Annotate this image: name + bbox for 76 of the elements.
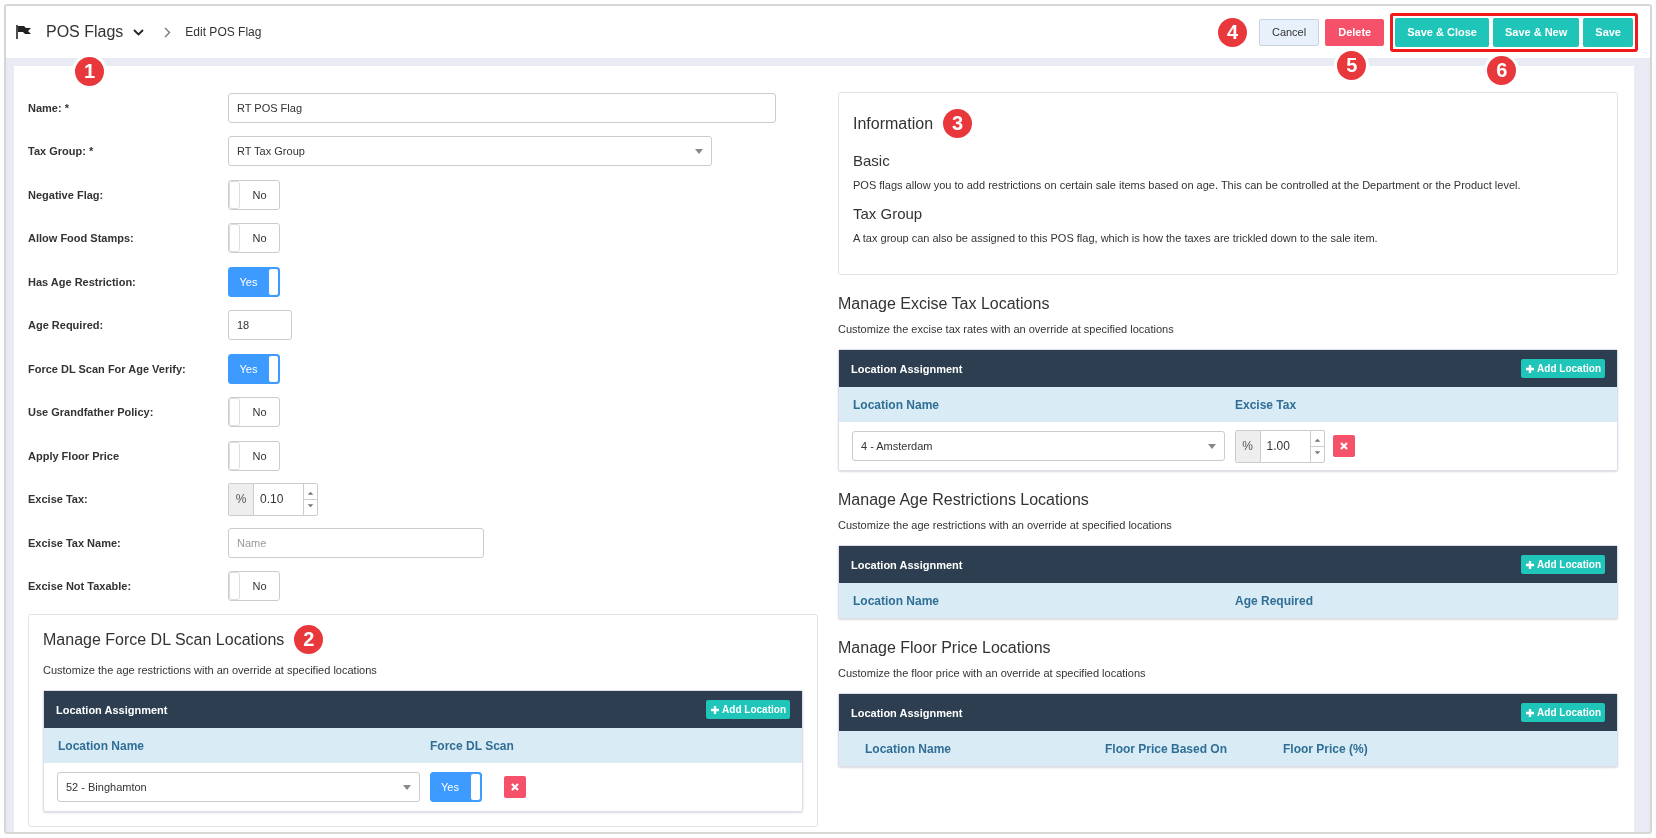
remove-button[interactable] bbox=[503, 776, 526, 798]
info-heading: Basic bbox=[853, 152, 891, 169]
toggle-switch[interactable]: No bbox=[228, 440, 280, 471]
toggle-switch[interactable]: No bbox=[228, 179, 280, 210]
column-header: Force DL Scan bbox=[430, 738, 515, 753]
text-field[interactable]: Name bbox=[228, 527, 484, 558]
field-label: Age Required: bbox=[28, 319, 105, 332]
field-label: Allow Food Stamps: bbox=[28, 232, 135, 245]
close-icon bbox=[509, 782, 520, 792]
section-subtitle: Customize the floor price with an override at specified locations bbox=[838, 667, 1147, 679]
section-title: Manage Age Restrictions Locations bbox=[838, 491, 1089, 509]
caret-icon bbox=[1207, 443, 1216, 449]
column-header: Location Name bbox=[853, 397, 940, 412]
field-label: Excise Not Taxable: bbox=[28, 580, 133, 593]
column-header: Floor Price Based On bbox=[1105, 741, 1229, 756]
caret-icon bbox=[695, 148, 703, 154]
spinner-icon[interactable] bbox=[1309, 430, 1324, 462]
toggle-switch[interactable]: No bbox=[228, 223, 280, 254]
plus-icon bbox=[1525, 707, 1536, 718]
field-label: Tax Group: * bbox=[28, 145, 95, 158]
table-title: Location Assignment bbox=[851, 706, 963, 719]
step-marker: 2 bbox=[294, 625, 324, 654]
spinner-icon[interactable] bbox=[303, 483, 317, 515]
field-label: Negative Flag: bbox=[28, 188, 105, 201]
breadcrumb: Edit POS Flag bbox=[185, 25, 262, 39]
close-icon bbox=[1338, 441, 1349, 451]
section-title: Manage Floor Price Locations bbox=[838, 639, 1051, 657]
info-text: A tax group can also be assigned to this POS flag, which is how the taxes are trickled down to the sale item. bbox=[853, 232, 1379, 244]
column-header: Location Name bbox=[58, 738, 145, 753]
column-header: Age Required bbox=[1235, 593, 1314, 608]
field-label: Name: * bbox=[28, 101, 70, 114]
chevron-down-icon[interactable] bbox=[133, 28, 145, 36]
field-label: Use Grandfather Policy: bbox=[28, 406, 155, 419]
plus-icon bbox=[1525, 559, 1536, 570]
column-header: Floor Price (%) bbox=[1283, 741, 1369, 756]
step-marker: 6 bbox=[1487, 55, 1517, 85]
step-marker: 5 bbox=[1337, 50, 1367, 80]
field-label: Excise Tax: bbox=[28, 493, 89, 506]
info-text: POS flags allow you to add restrictions on certain sale items based on age. This can be controlled at the Department or the Product level. bbox=[853, 179, 1522, 191]
info-heading: Tax Group bbox=[853, 205, 924, 222]
plus-icon bbox=[710, 704, 721, 715]
column-header: Location Name bbox=[853, 593, 940, 608]
caret-icon bbox=[402, 784, 411, 790]
page-title: POS Flags bbox=[46, 23, 124, 41]
select-field[interactable]: 52 - Binghamton bbox=[57, 772, 420, 802]
flag-icon bbox=[16, 25, 32, 39]
section-title: Manage Excise Tax Locations bbox=[838, 295, 1050, 313]
cancel-button[interactable]: Cancel bbox=[1258, 18, 1320, 46]
percent-field[interactable]: % 0.10 bbox=[228, 482, 318, 516]
column-header: Excise Tax bbox=[1235, 397, 1298, 412]
section-subtitle: Customize the age restrictions with an override at specified locations bbox=[838, 519, 1173, 531]
step-marker: 1 bbox=[75, 57, 104, 86]
field-label: Apply Floor Price bbox=[28, 449, 121, 462]
select-field[interactable]: RT Tax Group bbox=[228, 136, 712, 167]
select-field[interactable]: 4 - Amsterdam bbox=[852, 431, 1225, 461]
step-marker: 3 bbox=[943, 109, 973, 138]
table-title: Location Assignment bbox=[851, 362, 963, 375]
chevron-right-icon bbox=[164, 26, 172, 38]
plus-icon bbox=[1525, 363, 1536, 374]
section-title: Information bbox=[853, 114, 934, 133]
section-title: Manage Force DL Scan Locations bbox=[43, 630, 285, 649]
table-title: Location Assignment bbox=[56, 703, 168, 716]
toggle-switch[interactable]: No bbox=[228, 397, 280, 428]
remove-button[interactable] bbox=[1332, 435, 1355, 457]
table-title: Location Assignment bbox=[851, 558, 963, 571]
field-label: Excise Tax Name: bbox=[28, 536, 122, 549]
step-marker: 4 bbox=[1217, 17, 1247, 47]
percent-field[interactable]: % 1.00 bbox=[1234, 429, 1325, 463]
column-header: Location Name bbox=[865, 741, 952, 756]
number-field[interactable]: 18 bbox=[228, 310, 292, 341]
toggle-switch[interactable]: No bbox=[228, 571, 280, 602]
section-subtitle: Customize the excise tax rates with an override at specified locations bbox=[838, 323, 1175, 335]
text-field[interactable]: RT POS Flag bbox=[228, 92, 776, 123]
section-subtitle: Customize the age restrictions with an override at specified locations bbox=[43, 664, 378, 676]
field-label: Force DL Scan For Age Verify: bbox=[28, 362, 187, 375]
field-label: Has Age Restriction: bbox=[28, 275, 137, 288]
